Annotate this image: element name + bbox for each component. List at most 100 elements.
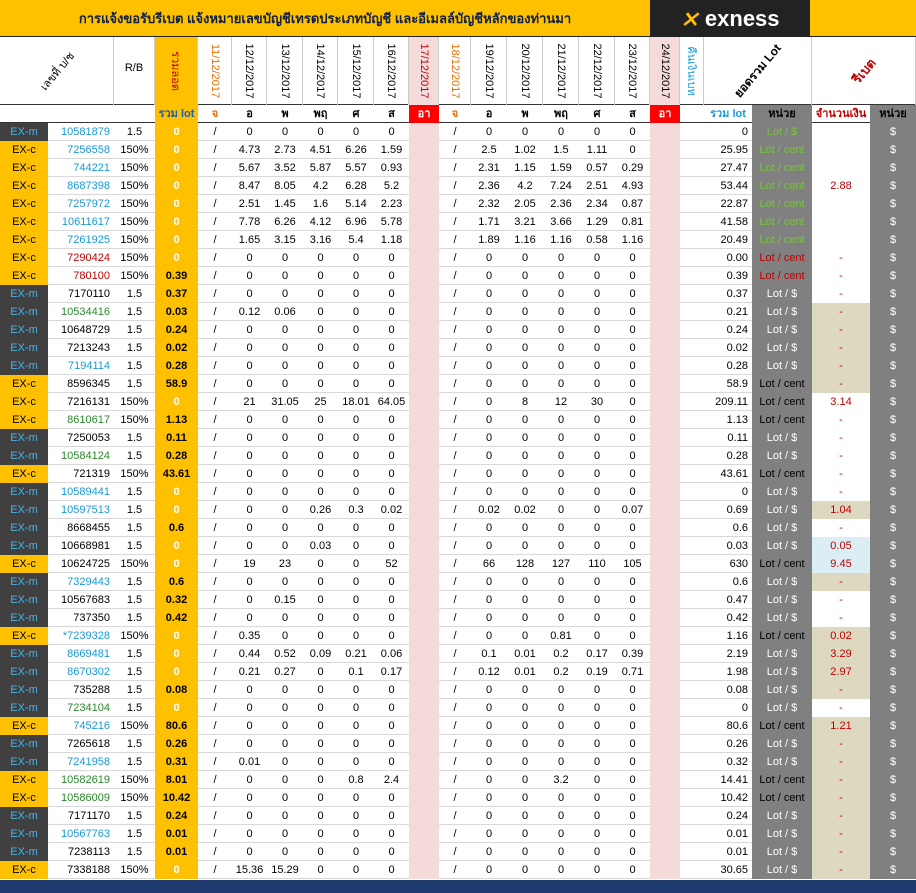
account-number-cell[interactable]: 7171170 (48, 807, 114, 825)
account-number-cell[interactable]: 7170110 (48, 285, 114, 303)
sum-lot-cell: 0.08 (726, 684, 748, 696)
account-number-cell[interactable]: 7250053 (48, 429, 114, 447)
account-number-cell[interactable]: 7261925 (48, 231, 114, 249)
account-number-cell[interactable]: 8687398 (48, 177, 114, 195)
table-row: EX-c 7338188 150% 0 / 15.36 15.29 0 0 0 / 0 0 0 0 0 30.6… (0, 861, 916, 879)
account-number-cell[interactable]: 8669481 (48, 645, 114, 663)
sum-lot-cell: 80.6 (726, 720, 748, 732)
day-value-cell: 0 (281, 432, 289, 444)
account-number-cell[interactable]: 10589441 (48, 483, 114, 501)
day-value-cell: 0 (521, 288, 529, 300)
account-number-cell[interactable]: *7239328 (48, 627, 114, 645)
currency-cell: $ (870, 375, 916, 393)
unit-cell: Lot / cent (752, 213, 812, 231)
day-value-cell: 0.01 (238, 756, 261, 768)
account-number-cell[interactable]: 7329443 (48, 573, 114, 591)
account-number-cell[interactable]: 8670302 (48, 663, 114, 681)
refund-cell (680, 411, 704, 429)
refund-cell (680, 177, 704, 195)
account-number-cell[interactable]: 745216 (48, 717, 114, 735)
account-number-cell[interactable]: 8668455 (48, 519, 114, 537)
day-value-cell: 0 (485, 450, 493, 462)
day-value-cell: 1.71 (478, 216, 500, 228)
account-number-cell[interactable]: 7213243 (48, 339, 114, 357)
day-value-cell: 1.16 (514, 234, 536, 246)
day-value-cell: 0 (557, 720, 565, 732)
unit-cell: Lot / $ (752, 753, 812, 771)
day-value-cell: 0.71 (621, 666, 644, 678)
account-number-cell[interactable]: 10586009 (48, 789, 114, 807)
account-number-cell[interactable]: 7257972 (48, 195, 114, 213)
sunday-cell (409, 249, 439, 267)
account-number-cell[interactable]: 7241958 (48, 753, 114, 771)
day-value-cell: 0 (629, 342, 636, 354)
account-number-cell[interactable]: 721319 (48, 465, 114, 483)
day-value-cell: 0 (485, 342, 493, 354)
sunday-cell (650, 159, 680, 177)
account-number-cell[interactable]: 7216131 (48, 393, 114, 411)
day-value-cell: 0 (281, 468, 289, 480)
unit-cell: Lot / $ (752, 501, 812, 519)
account-number-cell[interactable]: 10534416 (48, 303, 114, 321)
account-number-cell[interactable]: 8596345 (48, 375, 114, 393)
day-value-cell: / (213, 702, 217, 714)
sunday-cell (409, 141, 439, 159)
account-number-cell[interactable]: 7256558 (48, 141, 114, 159)
account-number-cell[interactable]: 10584124 (48, 447, 114, 465)
account-number-cell[interactable]: 10648729 (48, 321, 114, 339)
account-type-cell: EX-m (0, 321, 48, 339)
day-value-cell: 0 (352, 792, 360, 804)
account-number-cell[interactable]: 7290424 (48, 249, 114, 267)
account-number-cell[interactable]: 10668981 (48, 537, 114, 555)
day-value-cell: 0 (317, 666, 324, 678)
lot-cell: 0.26 (155, 735, 198, 753)
account-number-cell[interactable]: 7238113 (48, 843, 114, 861)
day-value-cell: 0.8 (348, 774, 364, 786)
day-value-cell: 0 (629, 612, 636, 624)
date-header-10: 21/12/2017 (543, 37, 579, 105)
day-value-cell: 0 (388, 828, 395, 840)
account-number-cell[interactable]: 8610617 (48, 411, 114, 429)
account-number-cell[interactable]: 7338188 (48, 861, 114, 879)
sunday-cell (650, 789, 680, 807)
day-value-cell: 2.5 (481, 144, 497, 156)
account-number-cell[interactable]: 10597513 (48, 501, 114, 519)
account-number-cell[interactable]: 737350 (48, 609, 114, 627)
day-value-cell: 0 (281, 738, 289, 750)
account-number-cell[interactable]: 7265618 (48, 735, 114, 753)
day-value-cell: 0.17 (380, 666, 403, 678)
account-number-cell[interactable]: 780100 (48, 267, 114, 285)
day-value-cell: 0 (593, 630, 601, 642)
account-type-cell: EX-c (0, 555, 48, 573)
sum-lot-cell: 0.24 (726, 324, 748, 336)
rb-cell: 1.5 (126, 702, 143, 714)
account-number-cell[interactable]: 7194114 (48, 357, 114, 375)
account-number-cell[interactable]: 7234104 (48, 699, 114, 717)
account-number-cell[interactable]: 10582619 (48, 771, 114, 789)
sunday-cell (409, 861, 439, 879)
currency-cell: $ (870, 339, 916, 357)
account-number-cell[interactable]: 10581879 (48, 123, 114, 141)
day-value-cell: 0 (246, 504, 253, 516)
day-value-cell: 0 (557, 702, 565, 714)
day-value-cell: 0 (246, 414, 253, 426)
account-number-cell[interactable]: 10624725 (48, 555, 114, 573)
day-value-cell: 0 (629, 126, 636, 138)
account-number-cell[interactable]: 735288 (48, 681, 114, 699)
refund-cell (680, 429, 704, 447)
account-number-cell[interactable]: 10567763 (48, 825, 114, 843)
currency-cell: $ (870, 231, 916, 249)
account-number-cell[interactable]: 744221 (48, 159, 114, 177)
day-value-cell: 0 (317, 594, 324, 606)
account-number-cell[interactable]: 10611617 (48, 213, 114, 231)
day-value-cell: 3.52 (274, 162, 296, 174)
lot-cell: 0.24 (155, 807, 198, 825)
day-value-cell: 0.1 (481, 648, 497, 660)
day-value-cell: 0 (388, 252, 395, 264)
day-value-cell: / (213, 666, 217, 678)
account-number-cell[interactable]: 10567683 (48, 591, 114, 609)
sunday-cell (409, 285, 439, 303)
lot-cell: 10.42 (155, 789, 198, 807)
sunday-cell (409, 681, 439, 699)
currency-cell: $ (870, 771, 916, 789)
